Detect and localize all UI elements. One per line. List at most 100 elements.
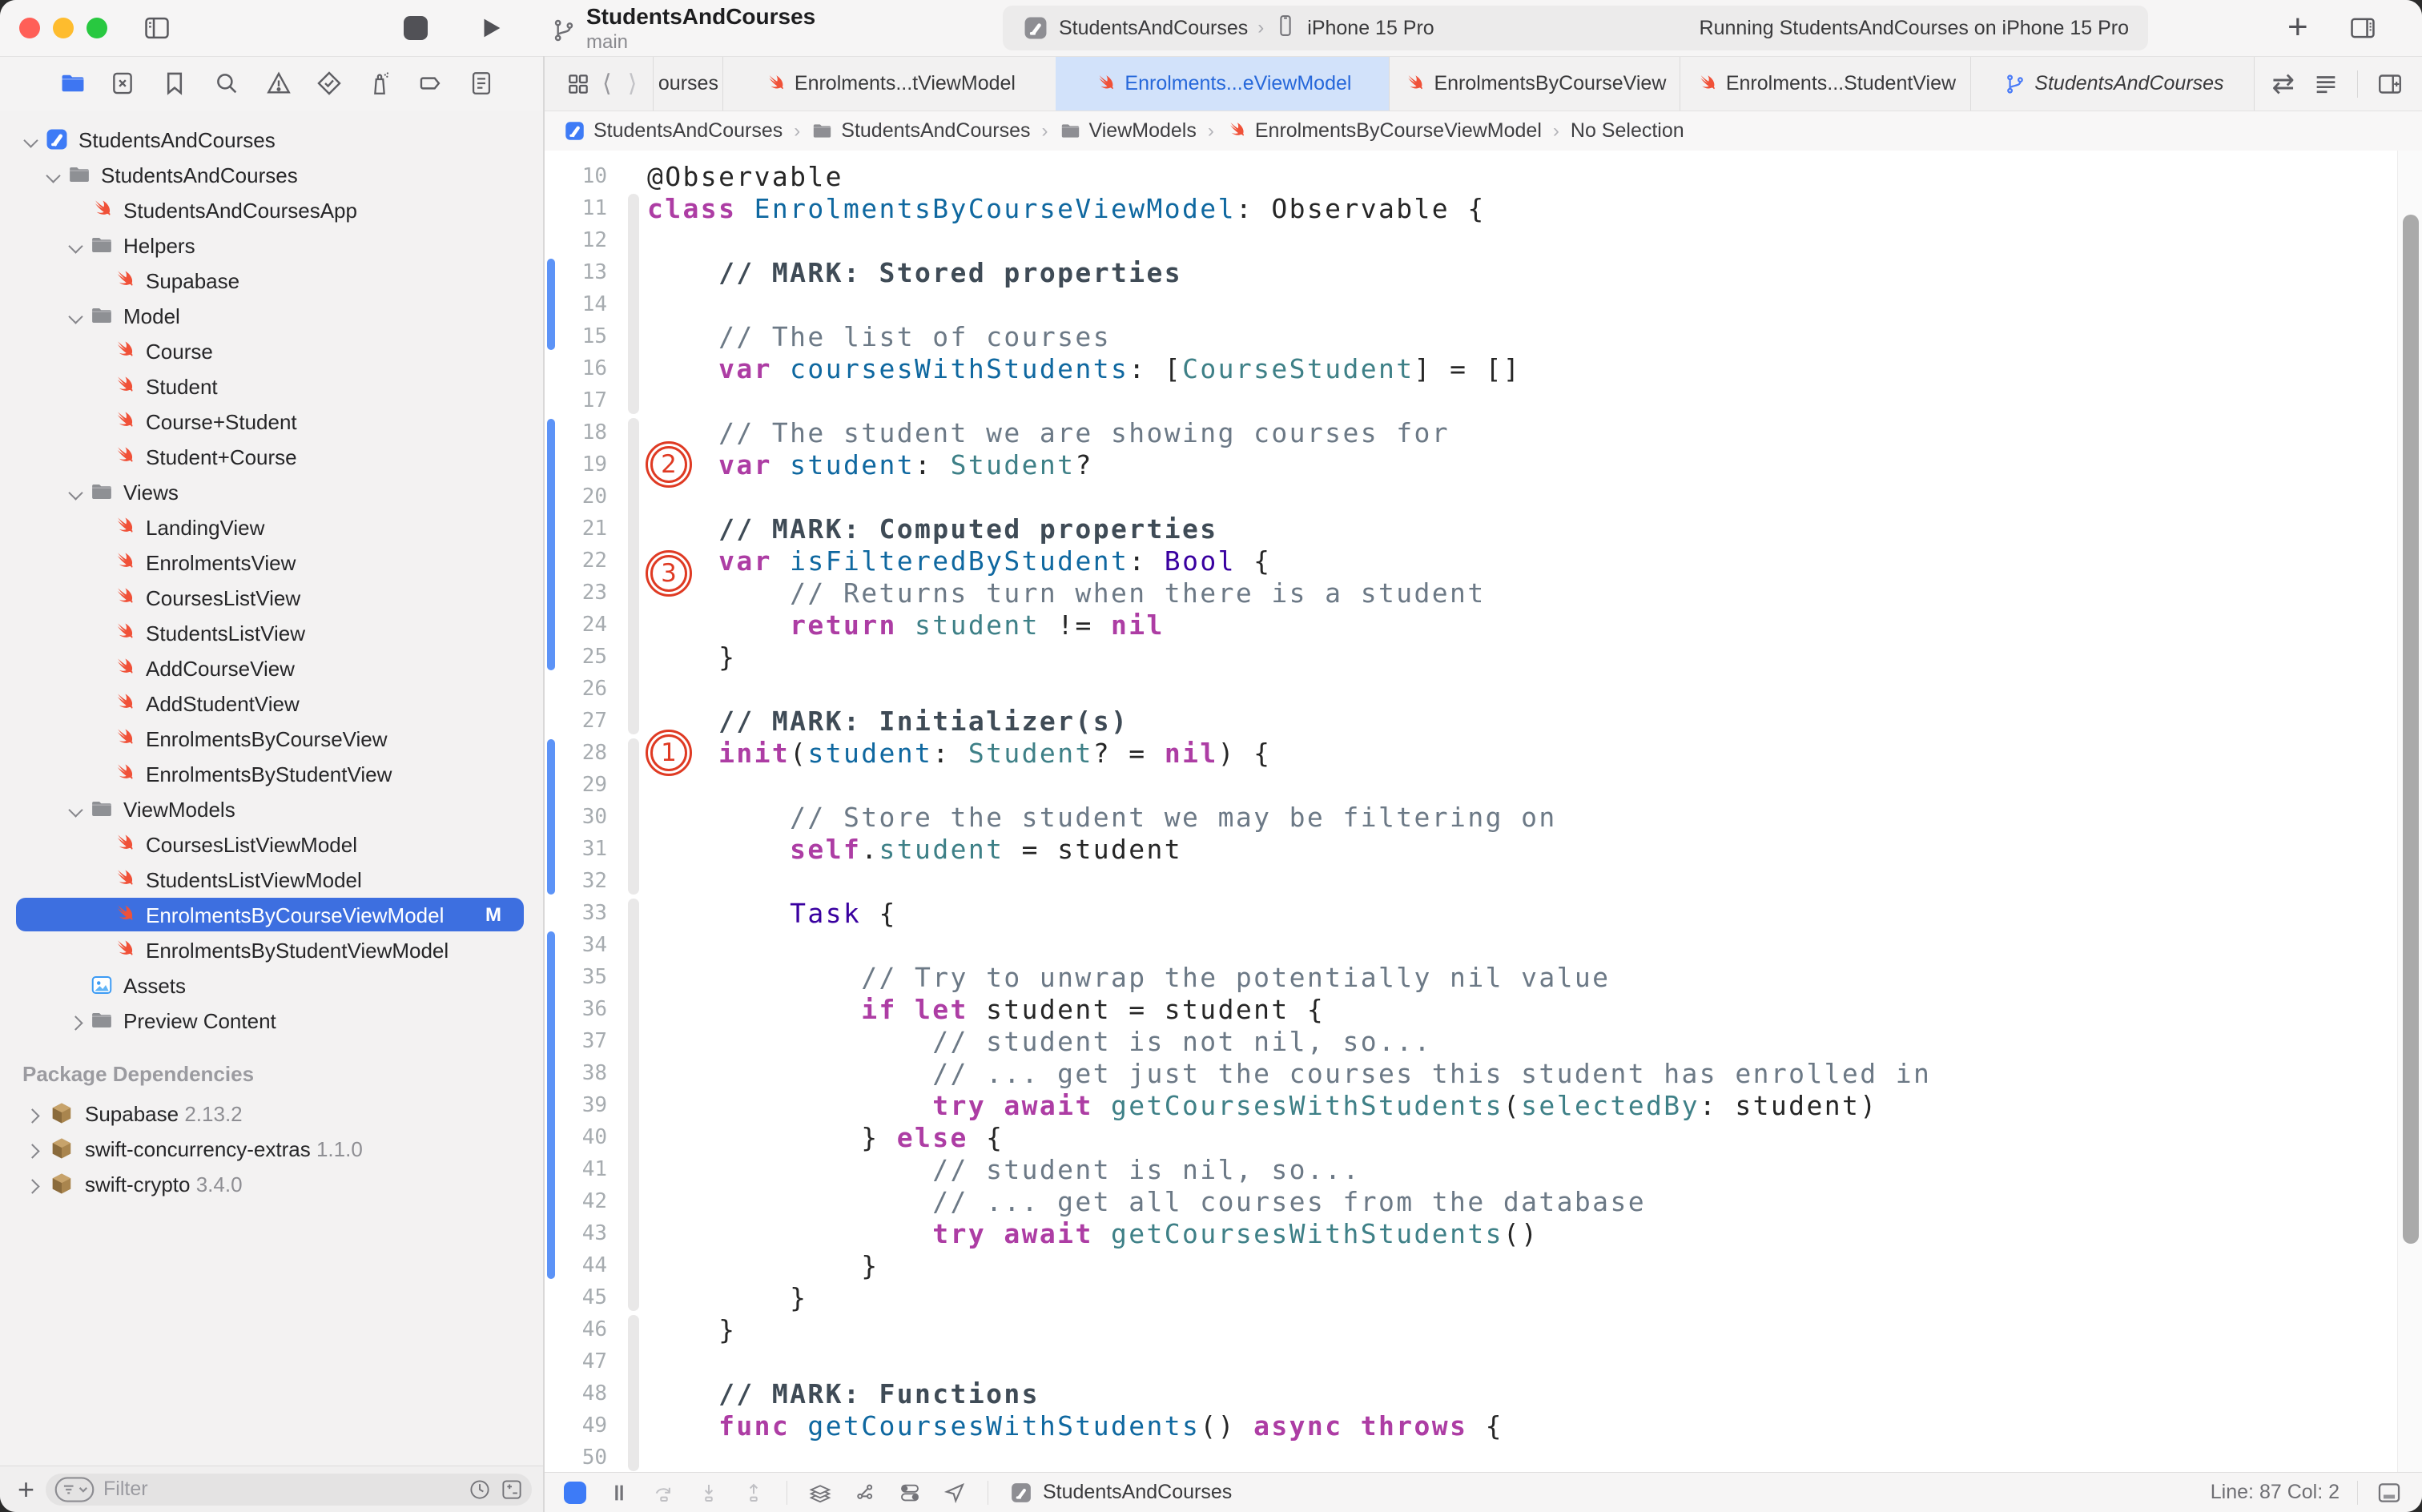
sidebar-item-landingview[interactable]: LandingView bbox=[0, 509, 543, 545]
sidebar-divider[interactable] bbox=[543, 56, 545, 1512]
step-out-icon[interactable] bbox=[742, 1481, 766, 1505]
sidebar-item-views[interactable]: Views bbox=[0, 474, 543, 509]
breadcrumb-item[interactable]: EnrolmentsByCourseViewModel bbox=[1255, 119, 1542, 143]
related-items-icon[interactable] bbox=[565, 71, 591, 97]
code-line[interactable]: 45 } bbox=[545, 1281, 2422, 1313]
code-line[interactable]: 43 try await getCoursesWithStudents() bbox=[545, 1217, 2422, 1249]
code-line[interactable]: 10@Observable bbox=[545, 160, 2422, 192]
editor-tab[interactable]: EnrolmentsByCourseView bbox=[1389, 57, 1680, 111]
sidebar-item-enrolmentsbystudentviewmodel[interactable]: EnrolmentsByStudentViewModel bbox=[0, 932, 543, 967]
sidebar-item-courseslistviewmodel[interactable]: CoursesListViewModel bbox=[0, 826, 543, 862]
editor-tab[interactable]: Enrolments...tViewModel bbox=[722, 57, 1056, 111]
stop-button[interactable] bbox=[404, 16, 428, 40]
disclosure-open-icon[interactable] bbox=[68, 485, 82, 500]
change-ribbon[interactable] bbox=[628, 418, 639, 734]
code-line[interactable]: 28 init(student: Student? = nil) { bbox=[545, 737, 2422, 769]
new-tab-button[interactable]: + bbox=[2287, 10, 2308, 45]
sidebar-item-studentslistview[interactable]: StudentsListView bbox=[0, 615, 543, 650]
code-line[interactable]: 35 // Try to unwrap the potentially nil … bbox=[545, 961, 2422, 993]
filter-options-icon[interactable] bbox=[54, 1477, 95, 1502]
navigator-issues-icon[interactable] bbox=[265, 70, 292, 97]
sidebar-item-addcourseview[interactable]: AddCourseView bbox=[0, 650, 543, 686]
source-change-bar[interactable] bbox=[547, 739, 555, 895]
breakpoints-toggle-button[interactable] bbox=[564, 1482, 586, 1504]
code-line[interactable]: 50 bbox=[545, 1442, 2422, 1472]
toggle-inspector-icon[interactable] bbox=[2347, 13, 2379, 43]
filter-field[interactable]: Filter bbox=[46, 1474, 532, 1506]
code-line[interactable]: 31 self.student = student bbox=[545, 833, 2422, 865]
navigator-changes-icon[interactable] bbox=[109, 70, 136, 97]
code-line[interactable]: 23 // Returns turn when there is a stude… bbox=[545, 577, 2422, 609]
navigator-project-icon[interactable] bbox=[59, 70, 86, 97]
code-line[interactable]: 13 // MARK: Stored properties bbox=[545, 256, 2422, 288]
code-line[interactable]: 36 if let student = student { bbox=[545, 993, 2422, 1025]
sidebar-item-addstudentview[interactable]: AddStudentView bbox=[0, 686, 543, 721]
minimize-window-button[interactable] bbox=[53, 18, 74, 38]
package-item-swift-crypto[interactable]: swift-crypto 3.4.0 bbox=[0, 1166, 543, 1201]
pause-icon[interactable] bbox=[607, 1481, 631, 1505]
code-line[interactable]: 44 } bbox=[545, 1249, 2422, 1281]
editor-tab[interactable]: Enrolments...StudentView bbox=[1680, 57, 1970, 111]
breadcrumb-item[interactable]: StudentsAndCourses bbox=[841, 119, 1030, 143]
code-line[interactable]: 27 // MARK: Initializer(s) bbox=[545, 705, 2422, 737]
code-review-icon[interactable]: ⇄ bbox=[2272, 68, 2295, 100]
change-ribbon[interactable] bbox=[628, 1315, 639, 1471]
sidebar-item-enrolmentsbycourseviewmodel[interactable]: EnrolmentsByCourseViewModelM bbox=[0, 897, 543, 932]
sidebar-item-enrolmentsbystudentview[interactable]: EnrolmentsByStudentView bbox=[0, 756, 543, 791]
code-line[interactable]: 41 // student is nil, so... bbox=[545, 1153, 2422, 1185]
zoom-window-button[interactable] bbox=[86, 18, 107, 38]
sidebar-item-assets[interactable]: Assets bbox=[0, 967, 543, 1003]
sidebar-item-model[interactable]: Model bbox=[0, 298, 543, 333]
disclosure-closed-icon[interactable] bbox=[68, 1015, 82, 1030]
running-app-indicator[interactable]: StudentsAndCourses bbox=[1009, 1481, 1232, 1505]
environment-overrides-icon[interactable] bbox=[898, 1481, 922, 1505]
change-ribbon[interactable] bbox=[628, 194, 639, 414]
run-button[interactable] bbox=[477, 14, 505, 42]
code-line[interactable]: 21 // MARK: Computed properties bbox=[545, 513, 2422, 545]
toggle-debug-area-icon[interactable] bbox=[2376, 1479, 2403, 1506]
code-line[interactable]: 48 // MARK: Functions bbox=[545, 1377, 2422, 1409]
code-line[interactable]: 18 // The student we are showing courses… bbox=[545, 416, 2422, 448]
step-into-icon[interactable] bbox=[697, 1481, 721, 1505]
split-editor-icon[interactable] bbox=[2376, 70, 2404, 99]
scrollbar-track[interactable] bbox=[2397, 151, 2422, 1472]
sidebar-item-viewmodels[interactable]: ViewModels bbox=[0, 791, 543, 826]
sidebar-item-enrolmentsbycourseview[interactable]: EnrolmentsByCourseView bbox=[0, 721, 543, 756]
disclosure-open-icon[interactable] bbox=[23, 133, 38, 147]
disclosure-open-icon[interactable] bbox=[68, 309, 82, 324]
code-line[interactable]: 25 } bbox=[545, 641, 2422, 673]
source-control-status-icon[interactable] bbox=[500, 1478, 524, 1502]
disclosure-open-icon[interactable] bbox=[46, 168, 60, 183]
scrollbar-thumb[interactable] bbox=[2403, 215, 2419, 1244]
change-ribbon[interactable] bbox=[628, 899, 639, 1311]
code-line[interactable]: 33 Task { bbox=[545, 897, 2422, 929]
view-hierarchy-icon[interactable] bbox=[808, 1481, 832, 1505]
editor-tab-active[interactable]: Enrolments...eViewModel bbox=[1056, 57, 1389, 111]
navigator-debug-icon[interactable] bbox=[366, 70, 393, 97]
disclosure-closed-icon[interactable] bbox=[25, 1179, 39, 1193]
simulate-location-icon[interactable] bbox=[943, 1481, 967, 1505]
sidebar-item-course[interactable]: Course bbox=[0, 333, 543, 368]
code-line[interactable]: 24 return student != nil bbox=[545, 609, 2422, 641]
navigator-breakpoints-icon[interactable] bbox=[417, 70, 445, 97]
sidebar-item-course-student[interactable]: Course+Student bbox=[0, 404, 543, 439]
sidebar-item-student[interactable]: Student bbox=[0, 368, 543, 404]
change-ribbon[interactable] bbox=[628, 738, 639, 895]
code-line[interactable]: 40 } else { bbox=[545, 1121, 2422, 1153]
sidebar-item-studentsandcoursesapp[interactable]: StudentsAndCoursesApp bbox=[0, 192, 543, 227]
go-back-icon[interactable]: ⟨ bbox=[597, 70, 617, 98]
breadcrumb-item[interactable]: ViewModels bbox=[1089, 119, 1197, 143]
editor-tab[interactable]: StudentsAndCourses bbox=[1970, 57, 2256, 111]
navigator-bookmarks-icon[interactable] bbox=[161, 70, 188, 97]
source-change-bar[interactable] bbox=[547, 259, 555, 350]
step-over-icon[interactable] bbox=[652, 1481, 676, 1505]
code-line[interactable]: 12 bbox=[545, 224, 2422, 256]
package-item-supabase[interactable]: Supabase 2.13.2 bbox=[0, 1096, 543, 1131]
breadcrumb[interactable]: StudentsAndCourses›StudentsAndCourses›Vi… bbox=[545, 111, 2422, 151]
sidebar-item-supabase[interactable]: Supabase bbox=[0, 263, 543, 298]
sidebar-item-helpers[interactable]: Helpers bbox=[0, 227, 543, 263]
go-forward-icon[interactable]: ⟩ bbox=[623, 70, 642, 98]
code-line[interactable]: 29 bbox=[545, 769, 2422, 801]
code-line[interactable]: 32 bbox=[545, 865, 2422, 897]
add-file-button[interactable]: + bbox=[18, 1473, 34, 1506]
